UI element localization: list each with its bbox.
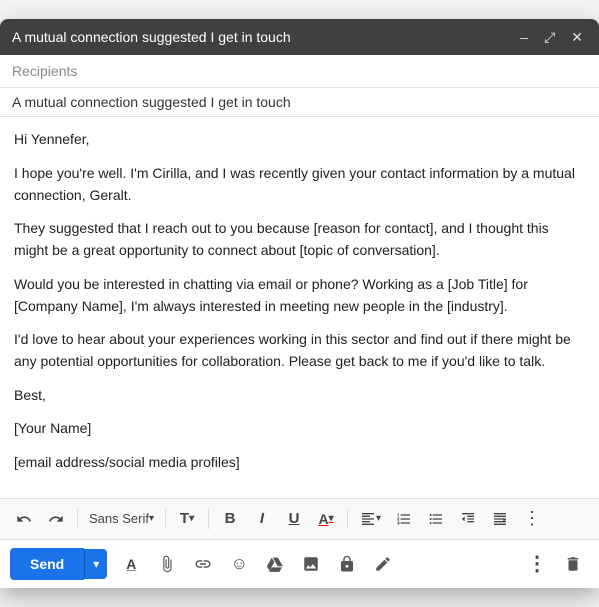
font-size-button[interactable]: T▾ xyxy=(173,505,201,533)
italic-button[interactable]: I xyxy=(248,505,276,533)
minimize-button[interactable]: – xyxy=(516,28,532,46)
separator-4 xyxy=(347,509,348,529)
font-color-button[interactable]: A▾ xyxy=(312,505,340,533)
underline-button[interactable]: U xyxy=(280,505,308,533)
signature-button[interactable] xyxy=(367,548,399,580)
separator-2 xyxy=(165,509,166,529)
para3: Would you be interested in chatting via … xyxy=(14,274,585,317)
font-family-button[interactable]: Sans Serif ▾ xyxy=(85,505,158,533)
bottom-bar: Send ▾ A ☺ xyxy=(0,539,599,588)
greeting: Hi Yennefer, xyxy=(14,129,585,151)
email-body[interactable]: Hi Yennefer, I hope you're well. I'm Cir… xyxy=(0,117,599,497)
format-text-button[interactable]: A xyxy=(115,548,147,580)
align-button[interactable]: ▾ xyxy=(355,505,386,533)
window-title: A mutual connection suggested I get in t… xyxy=(12,29,516,45)
sender-name: [Your Name] xyxy=(14,418,585,440)
para1: I hope you're well. I'm Cirilla, and I w… xyxy=(14,163,585,206)
subject-text: A mutual connection suggested I get in t… xyxy=(12,94,291,110)
send-button-group: Send ▾ xyxy=(10,548,107,580)
discard-button[interactable] xyxy=(557,548,589,580)
separator-1 xyxy=(77,509,78,529)
bottom-actions: A ☺ xyxy=(115,548,513,580)
recipients-row[interactable]: Recipients xyxy=(0,55,599,88)
title-bar-actions: – ⤢ ✕ xyxy=(516,28,587,46)
more-options-button[interactable]: ⋮ xyxy=(521,548,553,580)
send-dropdown-button[interactable]: ▾ xyxy=(84,549,107,579)
recipients-label: Recipients xyxy=(12,63,77,79)
title-bar: A mutual connection suggested I get in t… xyxy=(0,19,599,55)
compose-window: A mutual connection suggested I get in t… xyxy=(0,19,599,587)
bottom-right-actions: ⋮ xyxy=(521,548,589,580)
insert-photo-button[interactable] xyxy=(295,548,327,580)
numbered-list-button[interactable] xyxy=(390,505,418,533)
indent-decrease-button[interactable] xyxy=(454,505,482,533)
insert-drive-button[interactable] xyxy=(259,548,291,580)
toggle-confidential-button[interactable] xyxy=(331,548,363,580)
separator-3 xyxy=(208,509,209,529)
formatting-toolbar: Sans Serif ▾ T▾ B I U A▾ ▾ xyxy=(0,498,599,539)
closing: Best, xyxy=(14,385,585,407)
subject-row: A mutual connection suggested I get in t… xyxy=(0,88,599,117)
sender-contact: [email address/social media profiles] xyxy=(14,452,585,474)
send-button[interactable]: Send xyxy=(10,548,84,580)
para2: They suggested that I reach out to you b… xyxy=(14,218,585,261)
insert-link-button[interactable] xyxy=(187,548,219,580)
insert-emoji-button[interactable]: ☺ xyxy=(223,548,255,580)
indent-increase-button[interactable] xyxy=(486,505,514,533)
maximize-button[interactable]: ⤢ xyxy=(540,28,559,46)
attach-file-button[interactable] xyxy=(151,548,183,580)
redo-button[interactable] xyxy=(42,505,70,533)
para4: I'd love to hear about your experiences … xyxy=(14,329,585,372)
more-formatting-button[interactable]: ⋮ xyxy=(518,505,546,533)
undo-button[interactable] xyxy=(10,505,38,533)
bold-button[interactable]: B xyxy=(216,505,244,533)
close-button[interactable]: ✕ xyxy=(567,28,587,46)
bullet-list-button[interactable] xyxy=(422,505,450,533)
